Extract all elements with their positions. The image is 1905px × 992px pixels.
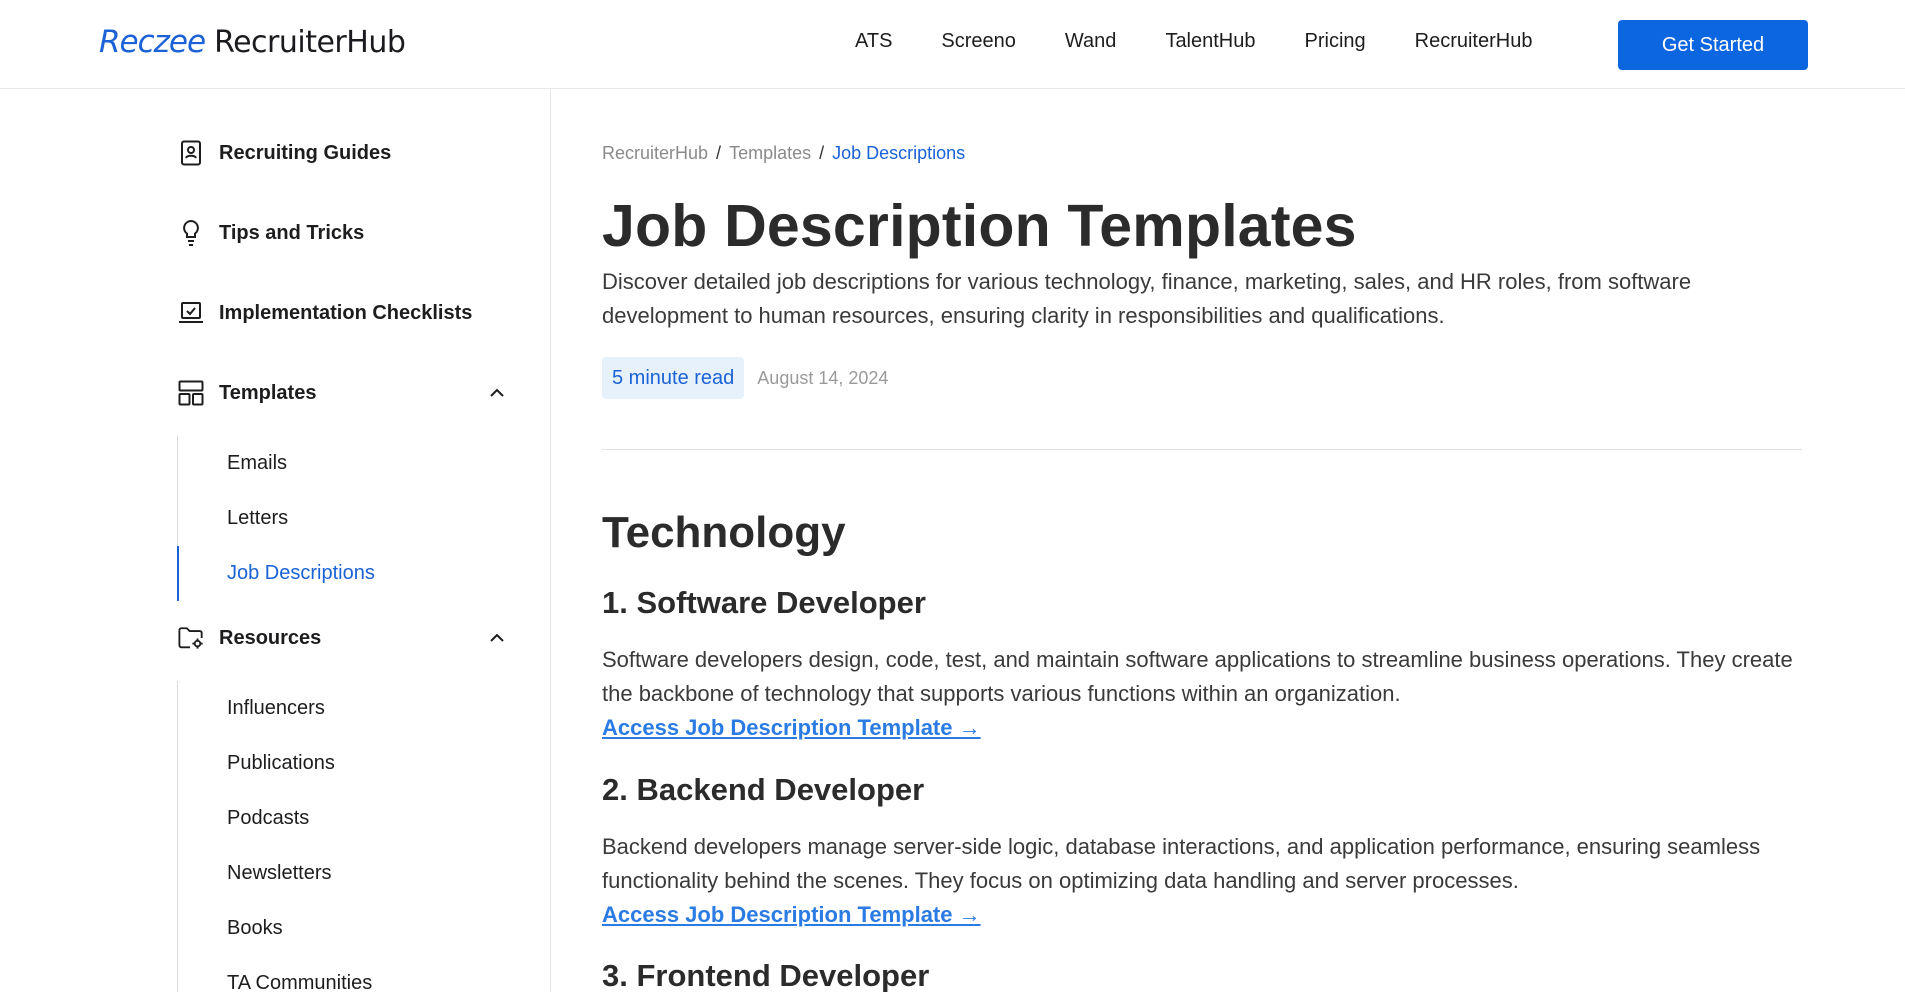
sidebar-item-templates[interactable]: Templates	[178, 380, 516, 406]
job-entry: 1. Software Developer Software developer…	[602, 585, 1802, 745]
breadcrumb-recruiterhub[interactable]: RecruiterHub	[602, 143, 708, 164]
nav-pricing[interactable]: Pricing	[1305, 30, 1366, 53]
layout-icon	[178, 380, 204, 406]
job-entry: 3. Frontend Developer	[602, 958, 1802, 992]
breadcrumb-separator: /	[819, 143, 825, 163]
job-description: Backend developers manage server-side lo…	[602, 834, 1761, 893]
sidebar-item-implementation-checklists[interactable]: Implementation Checklists	[178, 300, 516, 326]
job-template-link[interactable]: Access Job Description Template →	[602, 898, 981, 932]
article-meta: 5 minute read August 14, 2024	[602, 357, 888, 399]
sidebar-item-label: Implementation Checklists	[219, 301, 473, 324]
sidebar-item-label: Recruiting Guides	[219, 141, 392, 164]
breadcrumb-separator: /	[716, 143, 722, 163]
nav-screeno[interactable]: Screeno	[941, 30, 1016, 53]
sidebar-item-label: Templates	[219, 381, 317, 404]
divider	[602, 449, 1802, 450]
sidebar-subitem-podcasts[interactable]: Podcasts	[178, 791, 372, 846]
nav-ats[interactable]: ATS	[855, 30, 892, 53]
lightbulb-icon	[178, 219, 204, 246]
breadcrumb-current: Job Descriptions	[832, 143, 966, 163]
job-title: 3. Frontend Developer	[602, 958, 930, 992]
sidebar: Recruiting Guides Tips and Tricks Implem…	[0, 90, 551, 992]
sidebar-subitem-influencers[interactable]: Influencers	[178, 681, 372, 736]
logo-mark: Reczee	[99, 24, 206, 60]
read-time-badge: 5 minute read	[602, 357, 745, 399]
laptop-check-icon	[178, 300, 204, 326]
page-title: Job Description Templates	[602, 193, 1357, 259]
contact-book-icon	[178, 140, 204, 166]
breadcrumb: RecruiterHub / Templates / Job Descripti…	[602, 143, 965, 164]
sidebar-subitem-books[interactable]: Books	[178, 901, 372, 956]
nav-wand[interactable]: Wand	[1065, 30, 1117, 53]
resources-submenu: Influencers Publications Podcasts Newsle…	[177, 681, 372, 992]
main-nav: ATS Screeno Wand TalentHub Pricing Recru…	[855, 30, 1532, 53]
top-header: Reczee RecruiterHub ATS Screeno Wand Tal…	[0, 0, 1905, 89]
chevron-up-icon[interactable]	[488, 384, 506, 402]
publish-date: August 14, 2024	[757, 367, 889, 388]
job-title: 2. Backend Developer	[602, 772, 925, 807]
sidebar-subitem-emails[interactable]: Emails	[178, 436, 375, 491]
sidebar-subitem-newsletters[interactable]: Newsletters	[178, 846, 372, 901]
sidebar-subitem-job-descriptions[interactable]: Job Descriptions	[177, 546, 375, 601]
page-intro: Discover detailed job descriptions for v…	[602, 269, 1692, 328]
templates-submenu: Emails Letters Job Descriptions	[177, 436, 375, 601]
nav-talenthub[interactable]: TalentHub	[1165, 30, 1255, 53]
get-started-button[interactable]: Get Started	[1618, 20, 1808, 70]
job-entry: 2. Backend Developer Backend developers …	[602, 772, 1802, 932]
sidebar-item-label: Tips and Tricks	[219, 221, 365, 244]
sidebar-item-resources[interactable]: Resources	[178, 625, 516, 651]
job-description: Software developers design, code, test, …	[602, 647, 1793, 706]
sidebar-item-recruiting-guides[interactable]: Recruiting Guides	[178, 140, 516, 166]
sidebar-subitem-publications[interactable]: Publications	[178, 736, 372, 791]
breadcrumb-templates[interactable]: Templates	[729, 143, 811, 164]
logo-text: RecruiterHub	[214, 25, 406, 60]
folder-gear-icon	[178, 625, 204, 651]
job-title: 1. Software Developer	[602, 585, 926, 620]
chevron-up-icon[interactable]	[488, 629, 506, 647]
sidebar-subitem-ta-communities[interactable]: TA Communities	[178, 956, 372, 992]
sidebar-item-label: Resources	[219, 626, 322, 649]
section-title-technology: Technology	[602, 508, 846, 557]
sidebar-item-tips-and-tricks[interactable]: Tips and Tricks	[178, 219, 516, 246]
nav-recruiterhub[interactable]: RecruiterHub	[1415, 30, 1533, 53]
logo[interactable]: Reczee RecruiterHub	[99, 24, 406, 64]
job-template-link[interactable]: Access Job Description Template →	[602, 711, 981, 745]
sidebar-subitem-letters[interactable]: Letters	[178, 491, 375, 546]
